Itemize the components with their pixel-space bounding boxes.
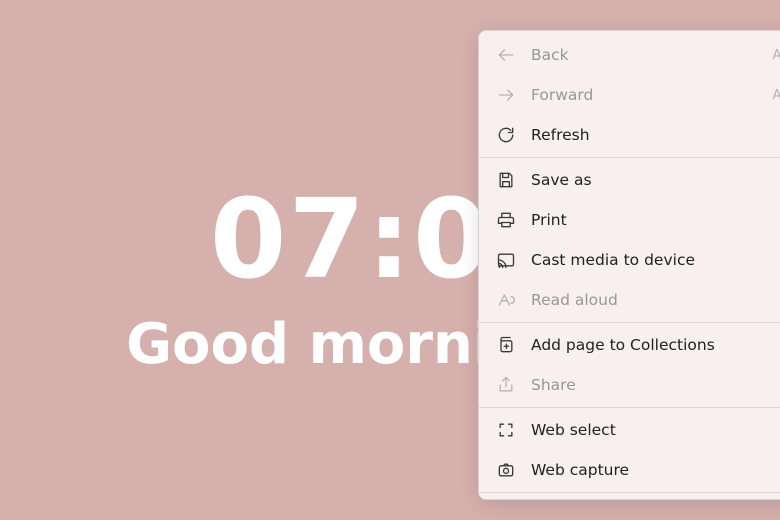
save-icon — [495, 169, 517, 191]
context-menu-save-as[interactable]: Save as — [479, 160, 780, 200]
back-arrow-icon — [495, 44, 517, 66]
forward-arrow-icon — [495, 84, 517, 106]
cast-icon — [495, 249, 517, 271]
context-menu-read-aloud[interactable]: Read aloud C — [479, 280, 780, 320]
context-menu-forward[interactable]: Forward Alt+ — [479, 75, 780, 115]
menu-item-label: Read aloud — [531, 291, 780, 309]
context-menu-add-to-collections[interactable]: Add page to Collections — [479, 325, 780, 365]
menu-item-label: Print — [531, 211, 780, 229]
context-menu: Back Alt+ Forward Alt+ Refresh Save as P… — [478, 30, 780, 500]
print-icon — [495, 209, 517, 231]
context-menu-cast-media[interactable]: Cast media to device — [479, 240, 780, 280]
menu-separator — [479, 492, 780, 493]
menu-item-label: Save as — [531, 171, 780, 189]
refresh-icon — [495, 124, 517, 146]
menu-item-shortcut: Alt+ — [773, 88, 780, 103]
menu-item-label: Refresh — [531, 126, 780, 144]
context-menu-print[interactable]: Print — [479, 200, 780, 240]
context-menu-share[interactable]: Share — [479, 365, 780, 405]
menu-item-label: Forward — [531, 86, 761, 104]
menu-separator — [479, 407, 780, 408]
menu-item-label: Share — [531, 376, 780, 394]
context-menu-back[interactable]: Back Alt+ — [479, 35, 780, 75]
menu-item-label: Cast media to device — [531, 251, 780, 269]
menu-separator — [479, 157, 780, 158]
web-capture-icon — [495, 459, 517, 481]
read-aloud-icon — [495, 289, 517, 311]
collections-icon — [495, 334, 517, 356]
context-menu-refresh[interactable]: Refresh — [479, 115, 780, 155]
web-select-icon — [495, 419, 517, 441]
share-icon — [495, 374, 517, 396]
menu-item-label: Back — [531, 46, 761, 64]
menu-separator — [479, 322, 780, 323]
context-menu-web-capture[interactable]: Web capture — [479, 450, 780, 490]
menu-item-shortcut: Alt+ — [773, 48, 780, 63]
menu-item-label: Web capture — [531, 461, 780, 479]
menu-item-label: Web select — [531, 421, 780, 439]
context-menu-web-select[interactable]: Web select — [479, 410, 780, 450]
menu-item-label: Add page to Collections — [531, 336, 780, 354]
